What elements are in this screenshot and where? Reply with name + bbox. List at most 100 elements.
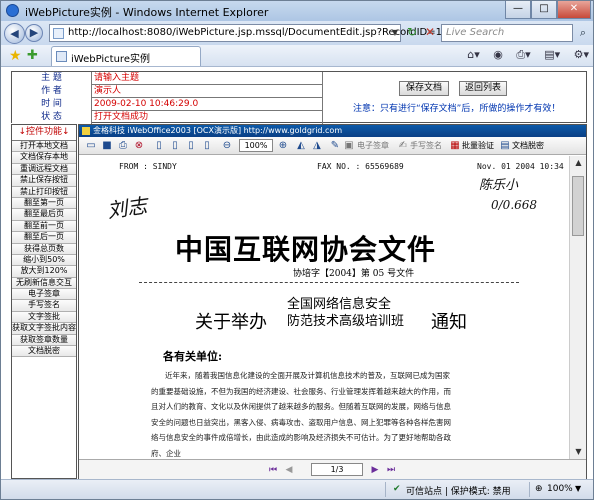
search-icon[interactable]: ⌕ <box>575 24 591 42</box>
sidebar-item-get-annotation[interactable]: 获取文字签批内容 <box>12 323 76 335</box>
verify-icon[interactable]: ▦ <box>449 140 461 152</box>
first-page-button[interactable]: ⏮ <box>267 464 279 476</box>
body-line: 近年来，随着我国信息化建设的全面开展及计算机信息技术的普及，互联网已成为国家 <box>165 371 450 380</box>
zoom-level[interactable]: 100% <box>547 484 573 494</box>
subtitle-middle-line-2: 防范技术高级培训班 <box>287 314 405 329</box>
sidebar-item-page-count[interactable]: 获得总页数 <box>12 243 76 255</box>
zoom-dropdown-icon[interactable]: ▼ <box>575 484 581 493</box>
sidebar-item-last-page[interactable]: 翻至最后页 <box>12 209 76 221</box>
search-box[interactable]: Live Search <box>441 24 573 42</box>
info-value: 打开文档成功 <box>94 112 149 122</box>
browser-window: iWebPicture实例 - Windows Internet Explore… <box>0 0 594 500</box>
favorites-bar: ★ ✚ iWebPicture实例 ⌂▾ ◉ ⎙▾ ▤▾ ⚙▾ <box>1 45 593 67</box>
sidebar-item-disable-print[interactable]: 禁止打印按钮 <box>12 186 76 198</box>
e-seal-tool[interactable]: 电子签章 <box>357 140 389 151</box>
sidebar-item-disable-save[interactable]: 禁止保存按钮 <box>12 175 76 187</box>
fax-number: FAX NO. : 65569689 <box>317 162 404 171</box>
print-icon[interactable]: ⎙ <box>117 140 129 152</box>
minimize-button[interactable]: — <box>505 1 531 19</box>
pen-icon[interactable]: ✎ <box>329 140 341 152</box>
page-navigator: ⏮ ◀ 1/3 ▶ ⏭ <box>79 459 586 479</box>
handwritten-note-2: 0/0.668 <box>491 198 538 212</box>
window-title: iWebPicture实例 - Windows Internet Explore… <box>25 6 269 19</box>
body-line: 安全的问题也日益突出，黑客入侵、病毒攻击、盗取用户信息、网上犯罪等各种各样危害网 <box>151 417 451 427</box>
page-view-icon[interactable]: ▯ <box>169 140 181 152</box>
rotate-icon[interactable]: ◭ <box>295 140 307 152</box>
batch-verify-tool[interactable]: 批量验证 <box>462 140 494 151</box>
tab-page-icon <box>56 51 67 62</box>
save-disk-icon[interactable]: ■ <box>101 140 113 152</box>
home-icon[interactable]: ⌂▾ <box>467 48 480 61</box>
sidebar-item-zoom-120[interactable]: 放大到120% <box>12 266 76 278</box>
refresh-icon[interactable]: ↻ <box>403 24 421 42</box>
zoom-field[interactable]: 100% <box>239 139 273 152</box>
forward-button[interactable]: ▶ <box>25 24 43 42</box>
info-row-time: 时 间 2009-02-10 10:46:29.0 <box>12 98 322 111</box>
two-page-icon[interactable]: ▯ <box>201 140 213 152</box>
browser-tab[interactable]: iWebPicture实例 <box>51 46 201 66</box>
title-bar: iWebPicture实例 - Windows Internet Explore… <box>1 1 593 21</box>
sidebar-item-save-local[interactable]: 文档保存本地 <box>12 152 76 164</box>
last-page-button[interactable]: ⏭ <box>385 464 397 476</box>
delete-icon[interactable]: ⊗ <box>133 140 145 152</box>
stop-icon[interactable]: ✕ <box>421 24 439 42</box>
zoom-out-icon[interactable]: ⊖ <box>221 140 233 152</box>
document-info-table: 主 题 请输入主题 作 者 演示人 时 间 2009-02-10 10:46:2… <box>11 71 587 124</box>
next-page-button[interactable]: ▶ <box>369 464 381 476</box>
sidebar-item-handwrite[interactable]: 手写签名 <box>12 300 76 312</box>
info-value[interactable]: 演示人 <box>94 85 121 97</box>
save-document-button[interactable]: 保存文档 <box>399 81 449 96</box>
close-button[interactable]: ✕ <box>557 1 591 19</box>
open-folder-icon[interactable]: ▭ <box>85 140 97 152</box>
prev-page-button[interactable]: ◀ <box>283 464 295 476</box>
security-zone[interactable]: 可信站点 | 保护模式: 禁用 <box>406 484 511 497</box>
declassify-icon[interactable]: ▤ <box>499 140 511 152</box>
page-menu-icon[interactable]: ▤▾ <box>544 48 560 61</box>
sidebar-item-first-page[interactable]: 翻至第一页 <box>12 197 76 210</box>
sidebar-item-text-annotation[interactable]: 文字签批 <box>12 311 76 324</box>
address-bar[interactable]: http://localhost:8080/iWebPicture.jsp.ms… <box>49 24 518 42</box>
sidebar-item-zoom-50[interactable]: 缩小到50% <box>12 254 76 267</box>
subtitle-middle: 全国网络信息安全 防范技术高级培训班 <box>287 296 404 330</box>
body-line: 络与信息安全的事件成倍增长，由此造成的影响及经济损失不可估计。为了更好地帮助各政 <box>151 433 451 442</box>
print-icon[interactable]: ⎙▾ <box>516 48 530 61</box>
first-page-icon[interactable]: ▯ <box>153 140 165 152</box>
declassify-tool[interactable]: 文档脱密 <box>512 140 544 151</box>
page-icon <box>53 28 64 39</box>
scroll-thumb[interactable] <box>572 176 584 236</box>
page-indicator[interactable]: 1/3 <box>311 463 363 476</box>
scroll-up-icon[interactable]: ▲ <box>570 156 587 170</box>
sidebar-item-next-page[interactable]: 翻至后一页 <box>12 232 76 244</box>
sidebar-item-reload-remote[interactable]: 重调远程文档 <box>12 163 76 176</box>
favorites-star-icon[interactable]: ★ <box>9 48 22 64</box>
rotate-left-icon[interactable]: ◮ <box>311 140 323 152</box>
handwrite-tool[interactable]: 手写签名 <box>410 140 442 151</box>
sidebar-item-prev-page[interactable]: 翻至前一页 <box>12 220 76 233</box>
zoom-in-icon[interactable]: ⊕ <box>277 140 289 152</box>
info-value[interactable]: 请输入主题 <box>94 72 139 84</box>
sidebar-item-ajax-interaction[interactable]: 无刷新信息交互 <box>12 277 76 290</box>
back-to-list-button[interactable]: 返回列表 <box>459 81 507 96</box>
search-placeholder: Live Search <box>446 27 505 38</box>
sidebar-item-declassify[interactable]: 文档脱密 <box>12 346 76 358</box>
navigation-bar: ◀ ▶ http://localhost:8080/iWebPicture.js… <box>1 21 593 45</box>
document-view[interactable]: FROM : SINDY FAX NO. : 65569689 Nov. 01 … <box>79 156 569 459</box>
info-row-author: 作 者 演示人 <box>12 85 322 98</box>
back-button[interactable]: ◀ <box>4 23 25 44</box>
zoom-icon[interactable]: ⊕ <box>535 484 543 494</box>
fit-page-icon[interactable]: ▯ <box>185 140 197 152</box>
sidebar-item-open-local[interactable]: 打开本地文档 <box>12 141 76 153</box>
scroll-down-icon[interactable]: ▼ <box>570 445 587 459</box>
sidebar-item-seal-count[interactable]: 获取签章数量 <box>12 334 76 347</box>
fax-date: Nov. 01 2004 10:34 <box>477 162 564 171</box>
handwrite-icon[interactable]: ✍ <box>397 140 409 152</box>
tools-menu-icon[interactable]: ⚙▾ <box>574 48 589 61</box>
sidebar-item-e-seal[interactable]: 电子签章 <box>12 289 76 301</box>
fax-from: FROM : SINDY <box>119 162 177 171</box>
maximize-button[interactable]: □ <box>531 1 557 19</box>
add-favorite-icon[interactable]: ✚ <box>27 48 38 63</box>
feeds-icon[interactable]: ◉ <box>493 48 503 61</box>
document-scrollbar[interactable]: ▲ ▼ <box>569 156 586 459</box>
seal-icon[interactable]: ▣ <box>343 140 355 152</box>
address-dropdown-icon[interactable]: ▼ <box>392 28 398 37</box>
